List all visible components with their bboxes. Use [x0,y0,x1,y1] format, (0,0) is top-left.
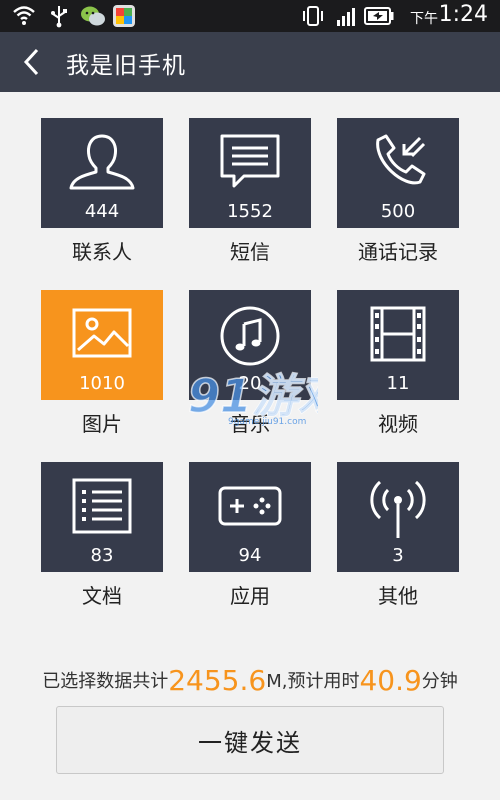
category-contacts[interactable]: 444 联系人 [41,118,163,265]
status-ampm: 下午 [410,11,438,27]
tile-count: 1010 [79,373,125,394]
send-button[interactable]: 一键发送 [56,706,444,774]
category-tile[interactable]: 3 [337,462,459,572]
music-icon [220,306,280,366]
tile-label: 其他 [378,584,418,608]
category-tile[interactable]: 83 [41,462,163,572]
category-tile[interactable]: 20 [189,290,311,400]
tile-count: 444 [84,201,120,222]
category-tile[interactable]: 94 [189,462,311,572]
film-icon [370,306,426,362]
status-bar: 下午 1:24 [0,0,500,32]
back-button[interactable] [12,42,52,82]
category-tile[interactable]: 1552 [189,118,311,228]
summary-size-unit: M,预计用时 [266,671,360,692]
tile-count: 11 [386,373,410,394]
category-documents[interactable]: 83 文档 [41,462,163,609]
tile-count: 94 [238,545,262,566]
tile-label: 通话记录 [358,240,438,264]
page-title: 我是旧手机 [66,53,186,79]
category-tile[interactable]: 500 [337,118,459,228]
summary-size: 2455.6 [168,664,267,697]
status-time: 1:24 [438,2,488,27]
title-bar: 我是旧手机 [0,32,500,92]
battery-icon [364,7,394,25]
tile-label: 联系人 [72,240,132,264]
image-icon [72,308,132,358]
category-video[interactable]: 11 视频 [337,290,459,437]
selection-summary: 已选择数据共计2455.6M,预计用时40.9分钟 [0,664,500,697]
summary-time-unit: 分钟 [421,671,458,692]
category-tile[interactable]: 11 [337,290,459,400]
tile-label: 文档 [82,584,122,608]
tile-label: 短信 [230,240,270,264]
tile-label: 应用 [230,584,270,608]
summary-time: 40.9 [359,664,422,697]
tile-label: 图片 [82,412,122,436]
wechat-icon [81,6,105,26]
tile-count: 1552 [227,201,273,222]
app-icon [113,5,135,27]
tile-label: 视频 [378,412,418,436]
category-other[interactable]: 3 其他 [337,462,459,609]
gamepad-icon [218,486,282,526]
category-music[interactable]: 20 音乐 [189,290,311,437]
chevron-left-icon [23,48,39,76]
tile-count: 20 [238,373,262,394]
category-call-log[interactable]: 500 通话记录 [337,118,459,265]
tile-label: 音乐 [230,412,270,436]
document-icon [72,478,132,534]
signal-icon [337,8,355,26]
category-tile[interactable]: 1010 [41,290,163,400]
category-images[interactable]: 1010 图片 [41,290,163,437]
usb-icon [51,6,67,28]
wifi-icon [13,6,35,25]
tile-count: 3 [392,545,404,566]
phone-icon [376,134,426,185]
antenna-icon [370,480,426,538]
summary-prefix: 已选择数据共计 [42,671,169,692]
tile-count: 83 [90,545,114,566]
message-icon [220,134,280,188]
vibrate-icon [303,6,323,26]
category-sms[interactable]: 1552 短信 [189,118,311,265]
tile-count: 500 [380,201,416,222]
category-apps[interactable]: 94 应用 [189,462,311,609]
person-icon [69,134,135,190]
category-tile[interactable]: 444 [41,118,163,228]
